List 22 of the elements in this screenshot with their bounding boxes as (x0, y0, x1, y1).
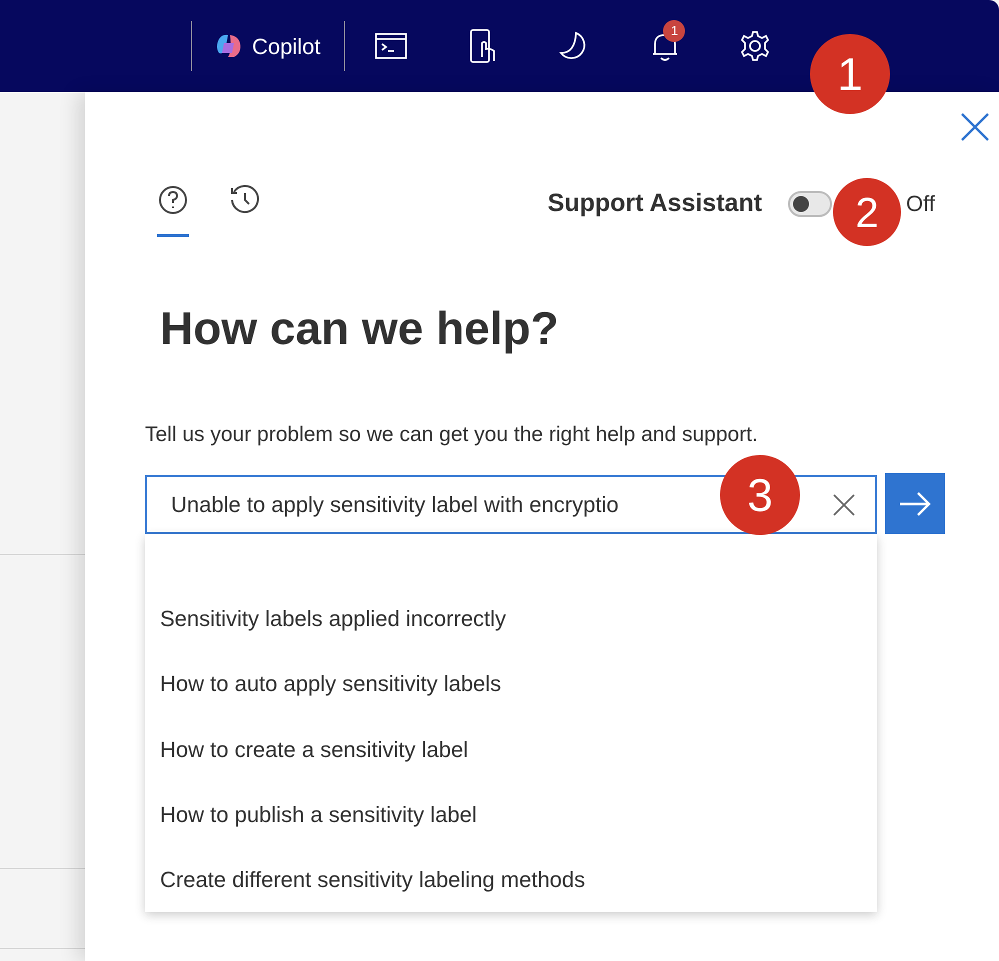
copilot-button[interactable]: Copilot (214, 30, 320, 62)
support-assistant-toggle[interactable] (788, 190, 832, 217)
arrow-right-icon (899, 490, 931, 516)
phone-tap-icon[interactable] (469, 29, 498, 63)
clear-icon[interactable] (832, 492, 856, 516)
suggestion-item[interactable]: Sensitivity labels applied incorrectly (145, 586, 877, 652)
notification-count-badge: 1 (663, 20, 686, 42)
suggestion-item[interactable]: How to publish a sensitivity label (145, 782, 877, 847)
close-icon[interactable] (960, 112, 990, 142)
submit-button[interactable] (885, 473, 945, 534)
description-text: Tell us your problem so we can get you the right help and support. (145, 422, 758, 448)
support-assistant-label: Support Assistant (548, 188, 762, 219)
history-clock-icon (229, 184, 261, 216)
suggestion-item[interactable]: How to create a sensitivity label (145, 716, 877, 782)
toggle-state-label: Off (906, 190, 935, 218)
question-circle-icon (157, 184, 189, 216)
suggestion-item[interactable]: How to auto apply sensitivity labels (145, 651, 877, 716)
terminal-icon[interactable] (375, 33, 408, 59)
suggestion-item[interactable]: Create different sensitivity labeling methods (145, 846, 877, 912)
settings-icon[interactable] (739, 30, 772, 62)
help-tab[interactable] (157, 184, 189, 237)
page-heading: How can we help? (160, 301, 559, 356)
